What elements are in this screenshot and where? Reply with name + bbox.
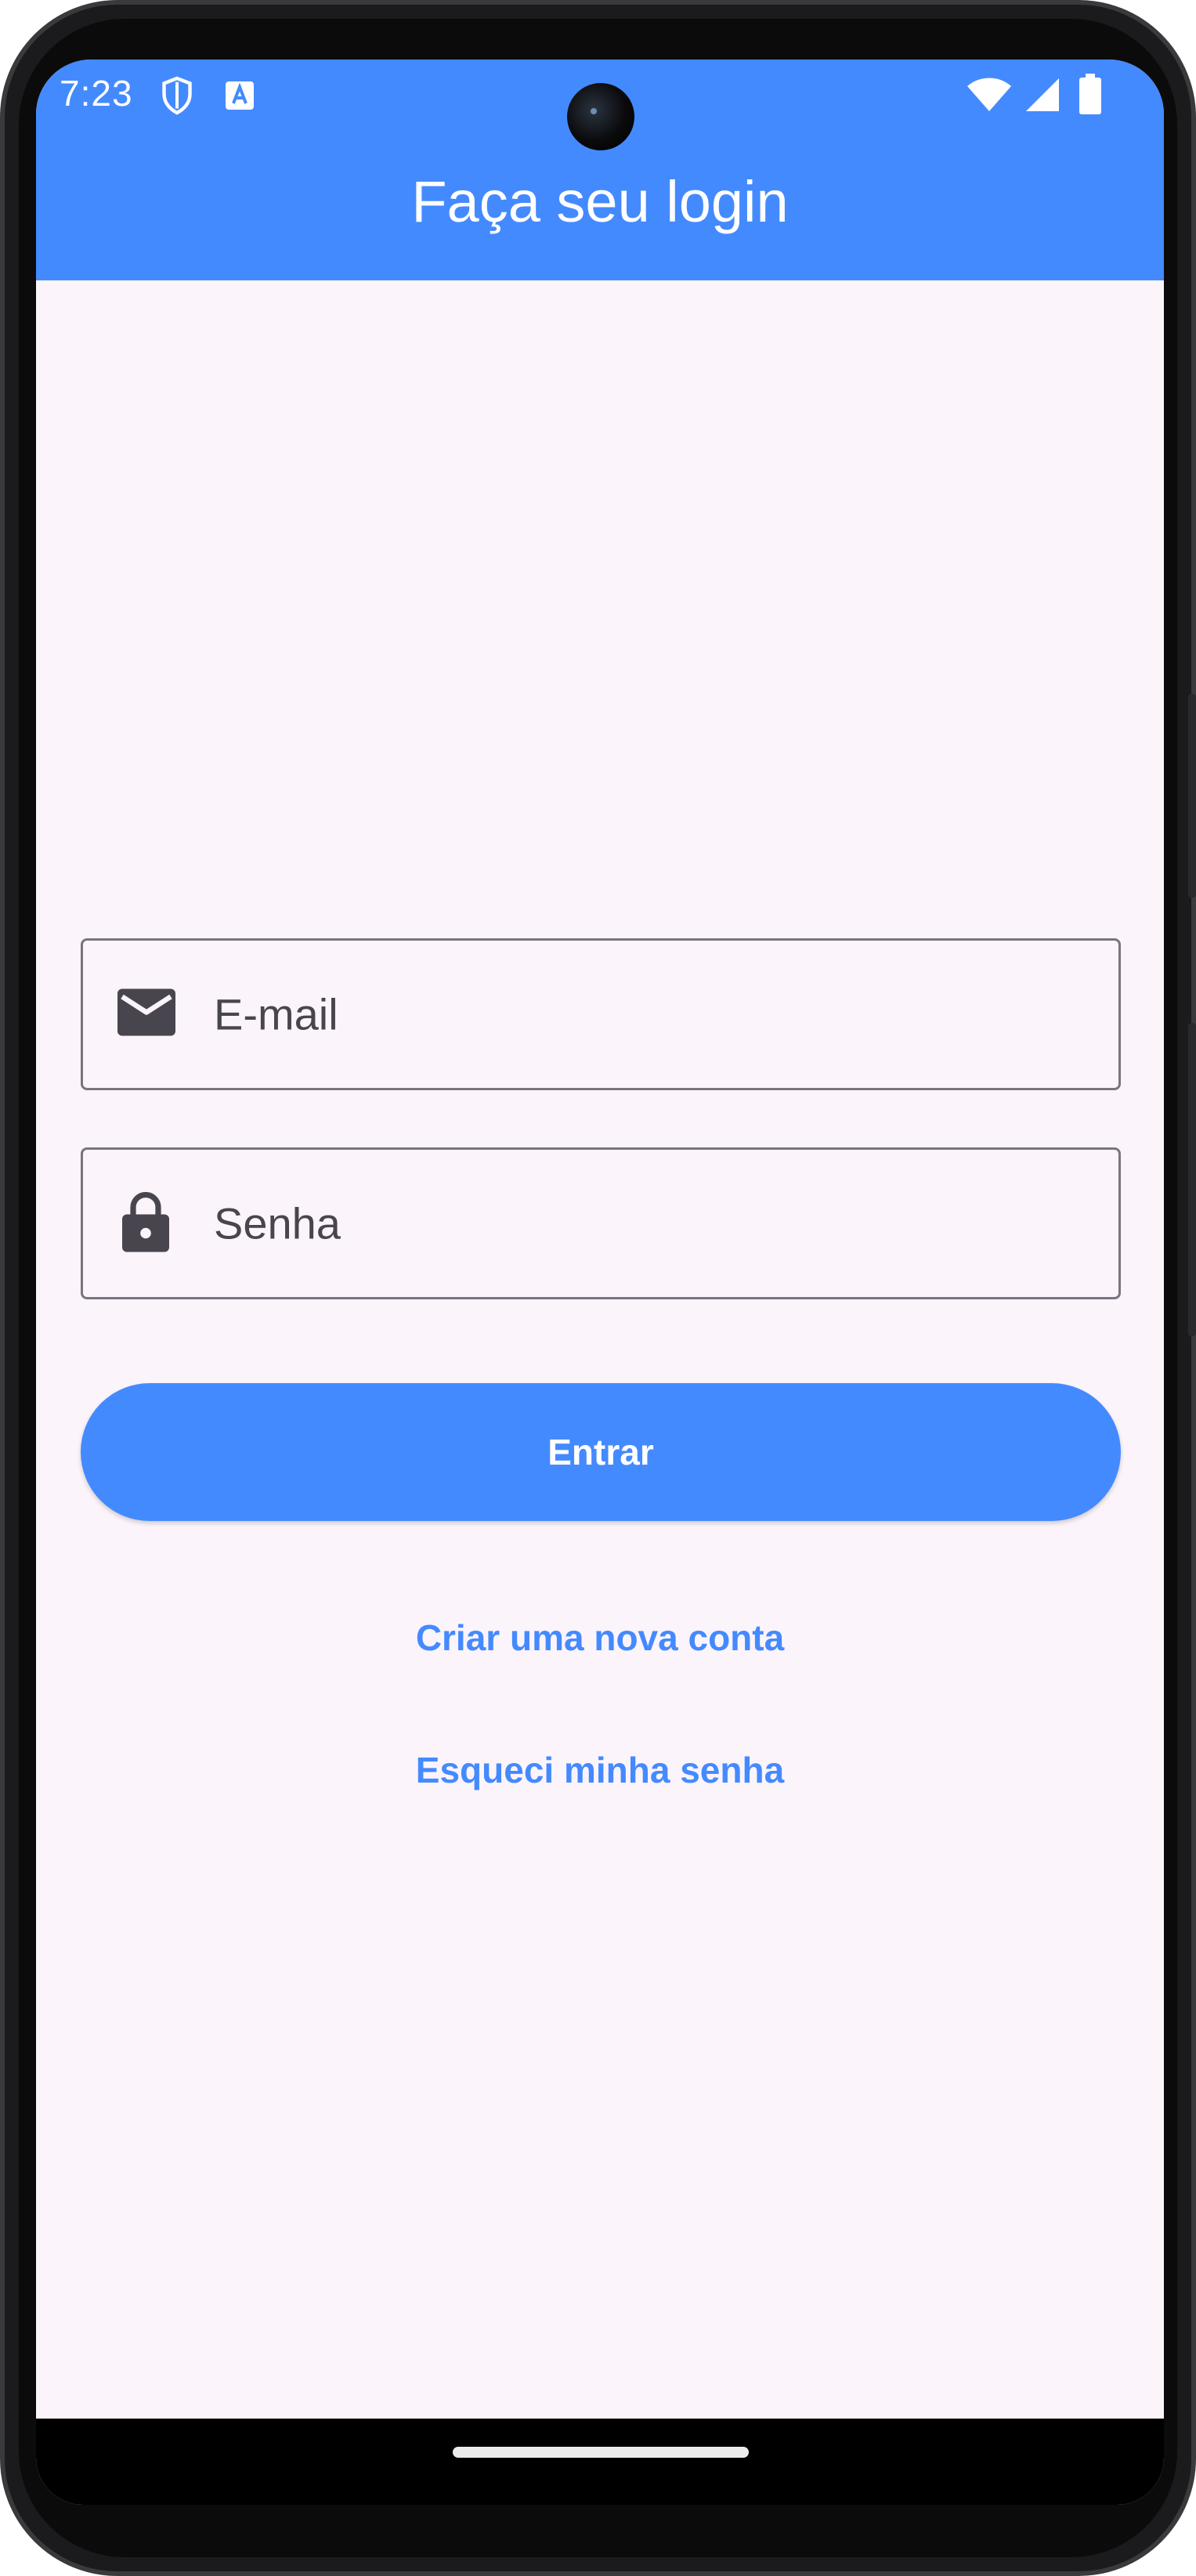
create-account-link[interactable]: Criar uma nova conta [36, 1617, 1164, 1659]
forgot-password-link[interactable]: Esqueci minha senha [36, 1749, 1164, 1791]
app-bar: 7:23 Faça seu login [36, 60, 1164, 280]
app-screen: 7:23 Faça seu login E-mail Senha Entrar … [36, 60, 1164, 2505]
translate-a-icon [224, 80, 255, 115]
phone-frame: 7:23 Faça seu login E-mail Senha Entrar … [0, 0, 1196, 2576]
email-label: E-mail [214, 989, 338, 1039]
power-button [1188, 694, 1196, 898]
envelope-icon [117, 988, 175, 1040]
home-gesture-handle[interactable] [453, 2447, 749, 2458]
system-nav-bar [36, 2419, 1164, 2505]
login-button[interactable]: Entrar [81, 1383, 1121, 1521]
email-field[interactable]: E-mail [81, 938, 1121, 1090]
password-label: Senha [214, 1198, 341, 1248]
cell-signal-icon [1024, 77, 1061, 117]
shield-icon [160, 75, 194, 120]
front-camera [567, 83, 634, 150]
lock-icon [122, 1191, 169, 1256]
login-button-label: Entrar [547, 1432, 654, 1472]
volume-button [1188, 1023, 1196, 1336]
password-field[interactable]: Senha [81, 1147, 1121, 1299]
wifi-icon [967, 77, 1012, 117]
status-time: 7:23 [60, 73, 133, 114]
page-title: Faça seu login [411, 169, 789, 234]
battery-icon [1079, 74, 1101, 118]
